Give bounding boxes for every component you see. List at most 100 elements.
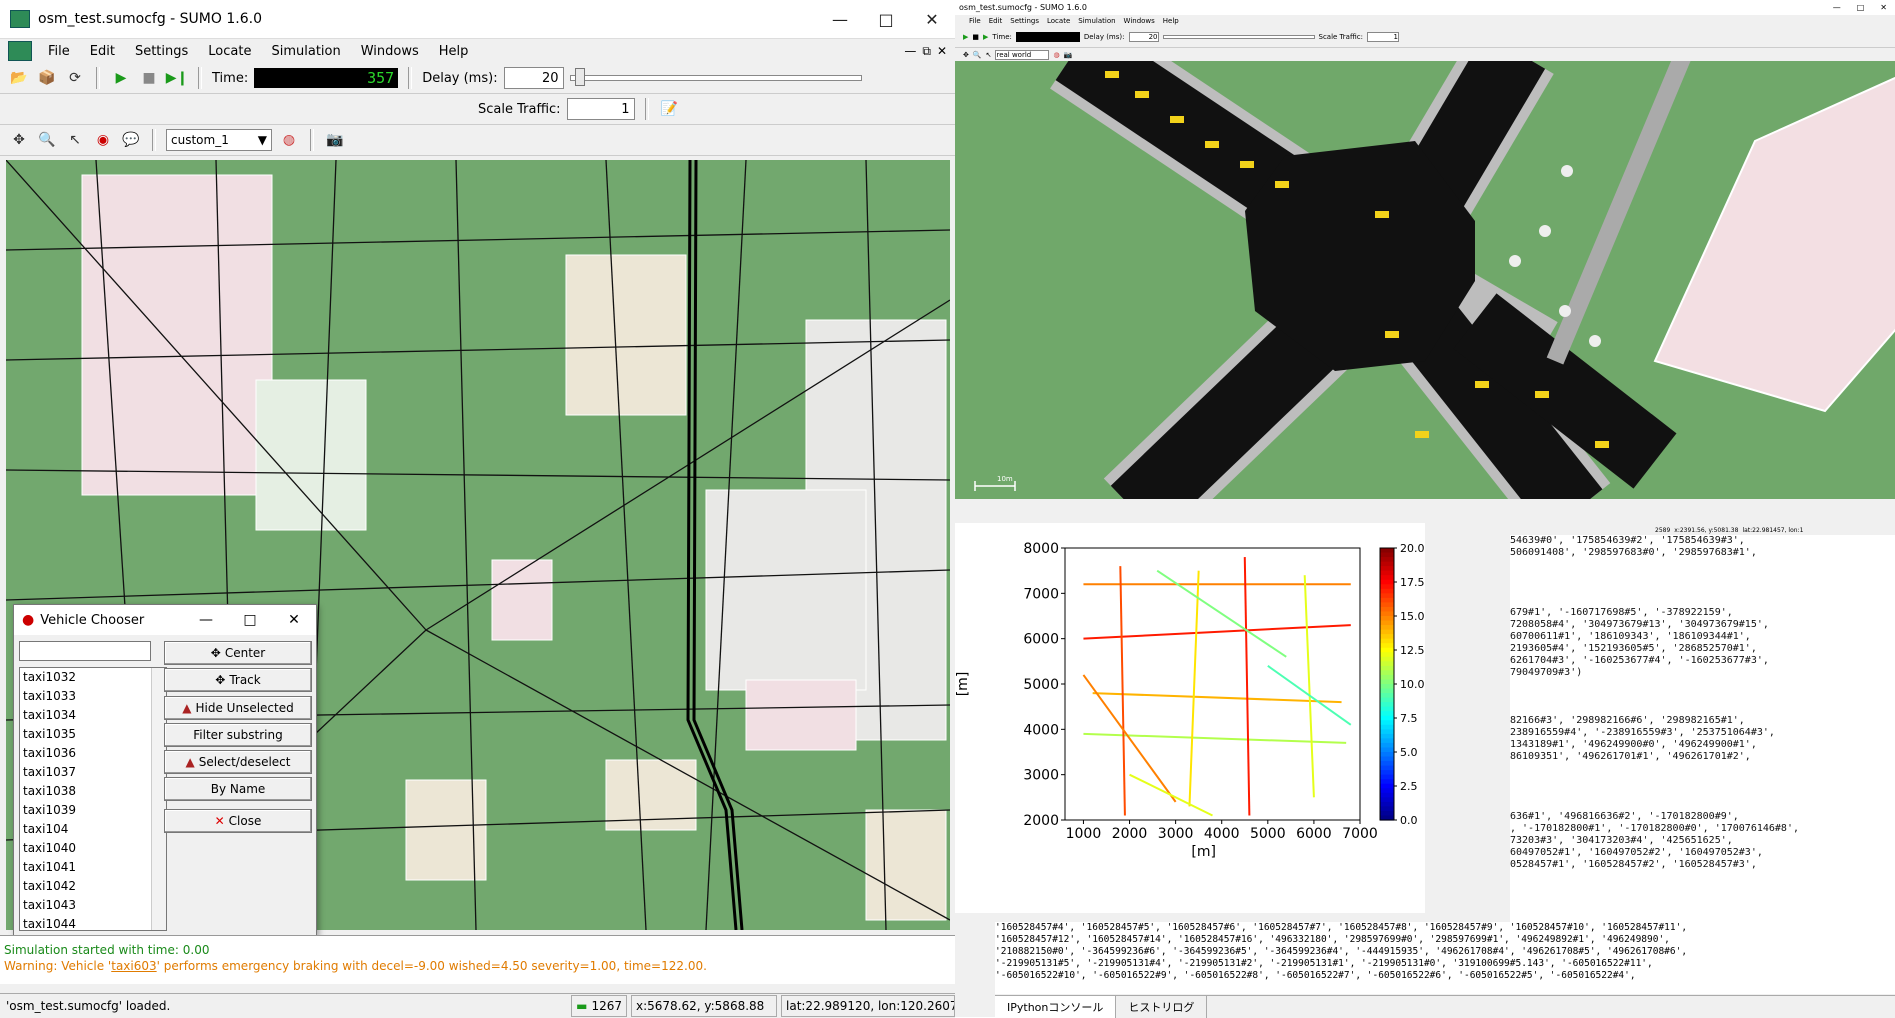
step-icon[interactable]: ▶ <box>983 33 988 41</box>
message-log[interactable]: Simulation started with time: 0.00 Warni… <box>0 935 955 984</box>
recenter-icon[interactable]: ✥ <box>8 129 30 151</box>
maximize-button[interactable]: □ <box>863 0 909 38</box>
color-wheel-icon[interactable]: ◍ <box>1053 51 1059 59</box>
screenshot-icon[interactable]: 📷 <box>1064 51 1073 59</box>
color-scheme-select[interactable]: custom_1 ▼ <box>166 129 272 151</box>
filter-input[interactable] <box>19 641 151 661</box>
color-wheel-icon[interactable]: ◍ <box>278 129 300 151</box>
colorbar-band <box>1380 629 1394 635</box>
delay-slider[interactable] <box>569 68 862 86</box>
recenter-icon[interactable]: ✥ <box>963 51 969 59</box>
locate-icon[interactable]: ◉ <box>92 129 114 151</box>
close-button[interactable]: ✕ Close <box>164 809 312 833</box>
colorbar-band <box>1380 665 1394 671</box>
list-item[interactable]: taxi1032 <box>20 668 166 687</box>
select-deselect-button[interactable]: ▲ Select/deselect <box>164 750 312 774</box>
close-window-button[interactable]: ✕ <box>1872 3 1895 12</box>
list-item[interactable]: taxi1034 <box>20 706 166 725</box>
menu-help[interactable]: Help <box>1163 17 1179 25</box>
minimize-button[interactable]: — <box>1825 3 1849 12</box>
log-line-started: Simulation started with time: 0.00 <box>4 943 210 957</box>
menu-edit[interactable]: Edit <box>989 17 1003 25</box>
menu-windows[interactable]: Windows <box>1124 17 1155 25</box>
delay-spinner[interactable]: 20 <box>503 67 564 89</box>
track-button[interactable]: ✥ Track <box>164 668 312 692</box>
menu-locate[interactable]: Locate <box>198 44 261 59</box>
menu-file[interactable]: File <box>969 17 981 25</box>
stop-icon[interactable]: ■ <box>138 67 160 89</box>
list-item[interactable]: taxi1042 <box>20 877 166 896</box>
list-item[interactable]: taxi1043 <box>20 896 166 915</box>
by-name-button[interactable]: By Name <box>164 777 312 801</box>
dialog-close-icon[interactable]: ✕ <box>272 612 316 628</box>
menu-settings[interactable]: Settings <box>1010 17 1039 25</box>
step-icon[interactable]: ▶❙ <box>166 67 189 89</box>
colorbar-tick-label: 2.5 <box>1400 780 1418 793</box>
delay-spinner[interactable]: 20 <box>1128 32 1159 42</box>
open-folder-icon[interactable]: 📂 <box>8 67 30 89</box>
run-icon[interactable]: ▶ <box>110 67 132 89</box>
colorbar-band <box>1380 584 1394 590</box>
tooltip-icon[interactable]: 💬 <box>120 129 142 151</box>
car-icon: ▬ <box>576 999 588 1013</box>
select-deselect-label: Select/deselect <box>198 755 291 769</box>
list-item[interactable]: taxi1044 <box>20 915 166 930</box>
hide-unselected-button[interactable]: ▲ Hide Unselected <box>164 696 312 720</box>
delay-slider-knob[interactable] <box>574 68 585 86</box>
scale-traffic-spinner[interactable]: 1 <box>1366 32 1399 42</box>
select-cursor-icon[interactable]: ↖ <box>64 129 86 151</box>
menu-file[interactable]: File <box>38 44 80 59</box>
menu-simulation[interactable]: Simulation <box>261 44 350 59</box>
vehicle-list[interactable]: taxi1032 taxi1033 taxi1034 taxi1035 taxi… <box>19 667 167 931</box>
menu-simulation[interactable]: Simulation <box>1078 17 1115 25</box>
list-item[interactable]: taxi1041 <box>20 858 166 877</box>
dialog-minimize-button[interactable]: — <box>184 612 228 628</box>
menu-settings[interactable]: Settings <box>125 44 198 59</box>
mdi-minimize-button[interactable]: — <box>904 44 916 59</box>
edit-icon[interactable]: 📝 <box>659 98 681 120</box>
list-item[interactable]: taxi1039 <box>20 801 166 820</box>
menu-windows[interactable]: Windows <box>351 44 429 59</box>
zoom-icon[interactable]: 🔍 <box>36 129 58 151</box>
list-item[interactable]: taxi104 <box>20 820 166 839</box>
colorbar-band <box>1380 806 1394 812</box>
mdi-restore-button[interactable]: ⧉ <box>922 44 931 59</box>
run-icon[interactable]: ▶ <box>963 33 968 41</box>
center-button[interactable]: ✥ Center <box>164 641 312 665</box>
scale-traffic-spinner[interactable]: 1 <box>566 98 635 120</box>
console-line: 679#1', '-160717698#5', '-378922159', <box>1510 607 1733 618</box>
screenshot-icon[interactable]: 📷 <box>324 129 346 151</box>
reload-config-icon[interactable]: 📦 <box>36 67 58 89</box>
list-item[interactable]: taxi1040 <box>20 839 166 858</box>
tab-ipython-console[interactable]: IPythonコンソール <box>995 996 1117 1018</box>
list-item[interactable]: taxi1036 <box>20 744 166 763</box>
color-scheme-select[interactable]: real world <box>995 50 1050 60</box>
filter-substring-button[interactable]: Filter substring <box>164 723 312 747</box>
intersection-view[interactable]: 10m <box>955 61 1895 499</box>
list-item[interactable]: taxi1035 <box>20 725 166 744</box>
menu-help[interactable]: Help <box>429 44 479 59</box>
select-cursor-icon[interactable]: ↖ <box>986 51 992 59</box>
maximize-button[interactable]: □ <box>1849 3 1873 12</box>
stop-icon[interactable]: ■ <box>972 33 979 41</box>
reload-icon[interactable]: ⟳ <box>64 67 86 89</box>
close-window-button[interactable]: ✕ <box>909 0 955 38</box>
list-item[interactable]: taxi1038 <box>20 782 166 801</box>
menu-locate[interactable]: Locate <box>1047 17 1070 25</box>
tab-history-log[interactable]: ヒストリログ <box>1116 996 1208 1018</box>
list-item[interactable]: taxi1033 <box>20 687 166 706</box>
vehicle-count: ▬ 1267 <box>571 995 627 1017</box>
minimize-button[interactable]: — <box>817 0 863 38</box>
delay-slider[interactable] <box>1162 35 1315 39</box>
python-console-output[interactable]: '160528457#4', '160528457#5', '160528457… <box>995 922 1895 994</box>
y-tick-label: 6000 <box>1023 632 1059 648</box>
vehicle-link[interactable]: taxi603 <box>111 959 156 973</box>
zoom-icon[interactable]: 🔍 <box>973 51 982 59</box>
menu-edit[interactable]: Edit <box>80 44 125 59</box>
colorbar-band <box>1380 625 1394 631</box>
mdi-close-button[interactable]: ✕ <box>937 44 947 59</box>
list-item[interactable]: taxi1037 <box>20 763 166 782</box>
python-console[interactable]: 54639#0', '175854639#2', '175854639#3', 5… <box>1510 535 1895 925</box>
dialog-maximize-button[interactable]: □ <box>228 612 272 628</box>
